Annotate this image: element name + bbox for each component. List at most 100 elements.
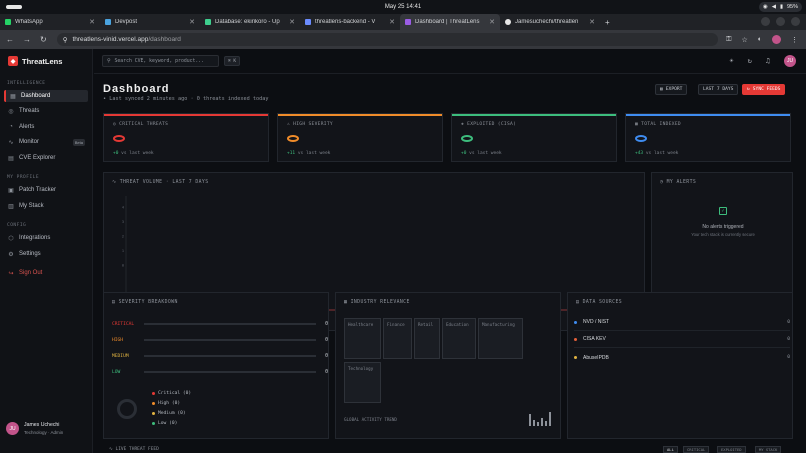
menu-icon[interactable]: ⋮	[791, 36, 798, 44]
sidebar-item-threats[interactable]: ◎ Threats	[4, 105, 88, 117]
sidebar-item-cve-explorer[interactable]: ▤ CVE Explorer	[4, 152, 88, 164]
browser-tab-whatsapp[interactable]: WhatsApp ✕	[0, 14, 100, 30]
sidebar-item-dashboard[interactable]: ▦ Dashboard	[4, 90, 88, 102]
kpi-card-critical[interactable]: ◎ CRITICAL THREATS +0 vs last week	[103, 113, 269, 162]
data-source-nvd[interactable]: NVD / NIST 0	[574, 314, 790, 331]
legend-critical: Critical (0)	[152, 391, 191, 396]
kpi-card-total[interactable]: ▦ TOTAL INDEXED +43 vs last week	[625, 113, 791, 162]
industry-tile-education[interactable]: Education	[442, 318, 476, 359]
industry-tile-finance[interactable]: Finance	[383, 318, 412, 359]
data-source-abuseipdb[interactable]: AbuseIPDB 0	[574, 349, 790, 366]
bell-icon[interactable]: ♫	[766, 57, 770, 65]
key-icon[interactable]: ⚿	[726, 36, 731, 44]
close-window-button[interactable]	[791, 17, 800, 26]
legend-dot	[152, 392, 155, 395]
sidebar-item-integrations[interactable]: ⬡ Integrations	[4, 232, 88, 244]
sync-feeds-label: SYNC FEEDS	[752, 87, 781, 92]
y-tick-label: 1	[122, 249, 124, 253]
close-icon[interactable]: ✕	[189, 18, 195, 26]
address-bar[interactable]: ⚲ threatlens-vinid.vercel.app/dashboard	[56, 33, 719, 46]
kpi-accent-bar	[626, 114, 790, 116]
system-tray[interactable]: ◉ ◀ ▮ 95%	[758, 2, 802, 12]
date-range-label: LAST 7 DAYS	[703, 87, 734, 92]
sign-out-link[interactable]: ↪ Sign Out	[4, 267, 88, 279]
theme-toggle-icon[interactable]: ☀	[729, 57, 733, 65]
site-info-icon[interactable]: ⚲	[63, 36, 68, 44]
severity-row-medium: MEDIUM 0	[112, 352, 328, 360]
search-placeholder: Search CVE, keyword, product...	[114, 58, 205, 64]
sidebar-item-monitor[interactable]: ∿ Monitor Beta	[4, 136, 88, 148]
app-header: ⚲ Search CVE, keyword, product... ⌘ K ☀ ↻…	[94, 49, 806, 74]
severity-row-low: LOW 0	[112, 368, 328, 376]
kpi-card-high[interactable]: ⚠ HIGH SEVERITY +11 vs last week	[277, 113, 443, 162]
filter-my-stack[interactable]: MY STACK	[755, 446, 782, 453]
loading-ring-icon	[113, 135, 125, 142]
filter-critical[interactable]: CRITICAL	[683, 446, 710, 453]
sidebar-item-patch-tracker[interactable]: ▣ Patch Tracker	[4, 184, 88, 196]
refresh-icon[interactable]: ↻	[748, 57, 752, 65]
reload-icon[interactable]: ↻	[40, 35, 47, 44]
legend-label: Medium (0)	[158, 411, 186, 416]
user-profile[interactable]: JU James Uchechi Technology · Admin	[6, 422, 63, 435]
activities-indicator[interactable]	[6, 5, 22, 9]
kpi-accent-bar	[104, 114, 268, 116]
export-button[interactable]: ▤ EXPORT	[655, 84, 688, 95]
y-tick-label: 2	[122, 235, 124, 239]
source-count: 0	[787, 319, 790, 325]
section-label-config: CONFIG	[7, 223, 27, 228]
sidebar-item-settings[interactable]: ⚙ Settings	[4, 248, 88, 260]
close-icon[interactable]: ✕	[289, 18, 295, 26]
filter-exploited[interactable]: EXPLOITED	[717, 446, 746, 453]
avatar[interactable]: JU	[784, 55, 796, 67]
severity-bar	[144, 323, 316, 325]
severity-label: MEDIUM	[112, 353, 129, 359]
profile-avatar[interactable]	[772, 35, 781, 44]
avatar: JU	[6, 422, 19, 435]
data-source-cisa[interactable]: CISA KEV 0	[574, 331, 790, 348]
browser-tab-database[interactable]: Database: ekirikoro - Up ✕	[200, 14, 300, 30]
close-icon[interactable]: ✕	[489, 18, 495, 26]
industry-tile-technology[interactable]: Technology	[344, 362, 381, 403]
forward-icon[interactable]: →	[23, 35, 31, 44]
extensions-icon[interactable]: ◐	[758, 36, 762, 43]
close-icon[interactable]: ✕	[89, 18, 95, 26]
browser-tab-dashboard[interactable]: Dashboard | ThreatLens ✕	[400, 14, 500, 30]
brand[interactable]: ◆ ThreatLens	[8, 56, 62, 66]
kpi-delta: +43 vs last week	[635, 151, 679, 156]
stack-icon: ▥	[8, 203, 14, 210]
new-tab-button[interactable]: +	[600, 14, 620, 30]
industry-tile-retail[interactable]: Retail	[414, 318, 440, 359]
browser-tab-backend[interactable]: threatlens-backend - V ✕	[300, 14, 400, 30]
back-icon[interactable]: ←	[6, 35, 14, 44]
date-range-button[interactable]: LAST 7 DAYS	[698, 84, 739, 95]
kpi-card-exploited[interactable]: ◈ EXPLOITED (CISA) +0 vs last week	[451, 113, 617, 162]
industry-tile-manufacturing[interactable]: Manufacturing	[478, 318, 523, 359]
legend-label: Critical (0)	[158, 391, 192, 396]
browser-tab-github[interactable]: Jamesuchechi/threatlen ✕	[500, 14, 600, 30]
search-input[interactable]: ⚲ Search CVE, keyword, product...	[102, 55, 219, 67]
severity-bar	[144, 355, 316, 357]
os-clock[interactable]: May 25 14:41	[385, 4, 421, 10]
kpi-accent-bar	[452, 114, 616, 116]
kpi-delta: +11 vs last week	[287, 151, 331, 156]
battery-icon: ▮	[779, 4, 783, 10]
sidebar-item-label: Alerts	[19, 124, 35, 130]
sidebar-item-my-stack[interactable]: ▥ My Stack	[4, 200, 88, 212]
sync-feeds-button[interactable]: ↻ SYNC FEEDS	[742, 84, 786, 95]
close-icon[interactable]: ✕	[589, 18, 595, 26]
industry-relevance-panel: ▦ INDUSTRY RELEVANCE Healthcare Finance …	[335, 292, 561, 439]
kpi-accent-bar	[278, 114, 442, 116]
minimize-button[interactable]	[761, 17, 770, 26]
bookmark-star-icon[interactable]: ☆	[741, 36, 747, 44]
sidebar: ◆ ThreatLens INTELLIGENCE ▦ Dashboard ◎ Thr…	[0, 49, 93, 453]
sidebar-item-label: Monitor	[19, 139, 40, 145]
sidebar-item-alerts[interactable]: ◔ Alerts	[4, 121, 88, 133]
filter-all[interactable]: ALL	[663, 446, 678, 453]
y-tick-label: 0	[122, 264, 124, 268]
severity-donut	[117, 399, 137, 419]
browser-tab-devpost[interactable]: Devpost ✕	[100, 14, 200, 30]
maximize-button[interactable]	[776, 17, 785, 26]
industry-tile-healthcare[interactable]: Healthcare	[344, 318, 381, 359]
close-icon[interactable]: ✕	[389, 18, 395, 26]
target-icon: ◎	[8, 108, 14, 115]
